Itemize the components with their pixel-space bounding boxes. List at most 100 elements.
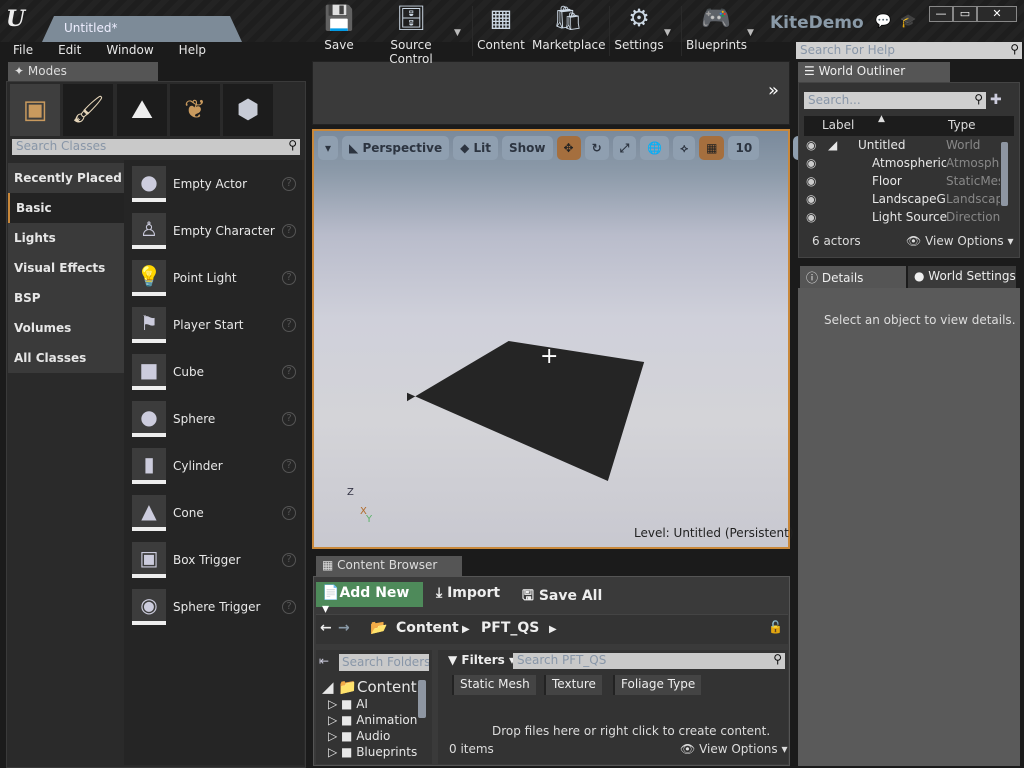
list-item[interactable]: ▣ Box Trigger? xyxy=(124,536,304,583)
marketplace-button[interactable]: 🛍 Marketplace xyxy=(532,4,606,52)
search-assets-input[interactable]: Search PFT_QS ⚲ xyxy=(513,652,785,669)
help-icon[interactable]: ? xyxy=(282,223,296,238)
landscape-mode-button[interactable]: ⛰ xyxy=(117,84,167,136)
help-icon[interactable]: ? xyxy=(282,270,296,285)
content-browser-tab[interactable]: ▦ Content Browser xyxy=(316,556,462,576)
search-classes-input[interactable]: Search Classes ⚲ xyxy=(12,138,300,155)
outliner-row[interactable]: ◉ LandscapeGizmoLandscapeGizmo xyxy=(804,192,1000,210)
rotate-tool-icon[interactable]: ↻ xyxy=(584,136,609,160)
list-item[interactable]: ● Empty Actor? xyxy=(124,160,304,207)
content-button[interactable]: ▦ Content xyxy=(476,4,526,52)
category-all-classes[interactable]: All Classes xyxy=(8,343,124,373)
import-button[interactable]: ⤓ Import xyxy=(436,585,500,601)
blueprints-button[interactable]: 🎮 Blueprints xyxy=(686,4,747,52)
close-button[interactable]: ✕ xyxy=(977,6,1017,22)
search-folders-input[interactable]: Search Folders xyxy=(339,654,429,671)
help-icon[interactable]: ? xyxy=(282,552,296,567)
blueprints-dropdown-icon[interactable]: ▼ xyxy=(747,28,754,38)
maximize-button[interactable]: ▭ xyxy=(953,6,977,22)
outliner-view-options-button[interactable]: 👁 View Options ▾ xyxy=(906,234,1014,248)
translate-tool-icon[interactable]: ✥ xyxy=(556,136,581,160)
world-space-icon[interactable]: 🌐 xyxy=(640,136,670,160)
list-item[interactable]: ♙ Empty Character? xyxy=(124,207,304,254)
toolbar-overflow-button[interactable]: » xyxy=(768,80,779,101)
visibility-eye-icon[interactable]: ◉ xyxy=(806,138,816,152)
category-lights[interactable]: Lights xyxy=(8,223,124,253)
modes-tab[interactable]: ✦ Modes xyxy=(8,62,158,81)
minimize-button[interactable]: — xyxy=(929,6,953,22)
list-item[interactable]: ■ Cube? xyxy=(124,348,304,395)
save-button[interactable]: 💾 Save xyxy=(318,4,360,52)
list-item[interactable]: ● Sphere? xyxy=(124,395,304,442)
list-item[interactable]: ▲ Cone? xyxy=(124,489,304,536)
help-icon[interactable]: ? xyxy=(282,364,296,379)
outliner-scrollbar[interactable] xyxy=(1001,142,1008,206)
world-settings-tab[interactable]: ● World Settings xyxy=(908,266,1016,288)
breadcrumb-pft-qs[interactable]: PFT_QS xyxy=(481,620,539,636)
perspective-button[interactable]: ◣ Perspective xyxy=(342,136,450,160)
show-button[interactable]: Show xyxy=(502,136,553,160)
filters-button[interactable]: ▼ Filters ▾ xyxy=(448,653,515,667)
grid-snap-value[interactable]: 10 xyxy=(728,136,760,160)
outliner-row[interactable]: ◉ Light SourceDirectionalLight xyxy=(804,210,1000,228)
help-icon[interactable]: ? xyxy=(282,411,296,426)
menu-help[interactable]: Help xyxy=(166,42,206,60)
back-arrow-icon[interactable]: ← xyxy=(320,620,332,636)
category-bsp[interactable]: BSP xyxy=(8,283,124,313)
filter-chip-texture[interactable]: Texture xyxy=(544,675,602,695)
add-new-button[interactable]: 📄Add New ▾ xyxy=(316,582,423,617)
category-recently-placed[interactable]: Recently Placed xyxy=(8,163,124,193)
add-folder-icon[interactable]: ✚ xyxy=(990,92,1002,108)
tree-item[interactable]: ▷ ■ Blueprints xyxy=(328,745,417,759)
expand-arrow-icon[interactable]: ◢ xyxy=(828,138,837,152)
help-icon[interactable]: ? xyxy=(282,458,296,473)
visibility-eye-icon[interactable]: ◉ xyxy=(806,192,816,206)
category-basic[interactable]: Basic xyxy=(8,193,124,223)
surface-snap-icon[interactable]: ⟡ xyxy=(673,136,696,160)
help-icon[interactable]: ? xyxy=(282,176,296,191)
category-visual-effects[interactable]: Visual Effects xyxy=(8,253,124,283)
list-item[interactable]: ◉ Sphere Trigger? xyxy=(124,583,304,630)
outliner-search-input[interactable]: Search... ⚲ xyxy=(804,92,986,109)
help-icon[interactable]: ? xyxy=(282,317,296,332)
help-icon[interactable]: ? xyxy=(282,505,296,520)
visibility-eye-icon[interactable]: ◉ xyxy=(806,156,816,170)
menu-file[interactable]: File xyxy=(0,42,33,60)
category-volumes[interactable]: Volumes xyxy=(8,313,124,343)
search-icon[interactable]: ⚲ xyxy=(974,92,983,106)
search-icon[interactable]: ⚲ xyxy=(773,652,782,666)
lit-button[interactable]: ◆ Lit xyxy=(453,136,498,160)
help-search-input[interactable]: Search For Help ⚲ xyxy=(796,42,1022,59)
viewport-options-dropdown[interactable]: ▾ xyxy=(318,136,339,160)
forward-arrow-icon[interactable]: → xyxy=(338,620,350,636)
settings-button[interactable]: ⚙ Settings xyxy=(614,4,664,52)
visibility-eye-icon[interactable]: ◉ xyxy=(806,174,816,188)
tree-root-content[interactable]: ◢ 📁Content xyxy=(322,678,417,696)
paint-mode-button[interactable]: 🖌 xyxy=(63,84,113,136)
lock-icon[interactable]: 🔓 xyxy=(768,620,783,634)
list-item[interactable]: ▮ Cylinder? xyxy=(124,442,304,489)
foliage-mode-button[interactable]: ❦ xyxy=(170,84,220,136)
source-control-button[interactable]: 🗄 Source Control xyxy=(368,4,454,66)
document-tab[interactable]: Untitled* xyxy=(42,16,242,42)
outliner-row[interactable]: ◉ Atmospheric FogAtmosphericFog xyxy=(804,156,1000,174)
tree-item[interactable]: ▷ ■ Audio xyxy=(328,729,390,743)
geometry-mode-button[interactable]: ⬢ xyxy=(223,84,273,136)
help-icon[interactable]: ? xyxy=(282,599,296,614)
scale-tool-icon[interactable]: ⤢ xyxy=(612,136,637,160)
breadcrumb-separator-icon[interactable]: ▶ xyxy=(462,624,470,635)
menu-window[interactable]: Window xyxy=(93,42,153,60)
tree-item[interactable]: ▷ ■ Animation xyxy=(328,713,417,727)
outliner-row[interactable]: ◉ Floor StaticMeshActor xyxy=(804,174,1000,192)
list-item[interactable]: ⚑ Player Start? xyxy=(124,301,304,348)
details-tab[interactable]: ⓘ Details xyxy=(800,266,906,288)
tree-item[interactable]: ▷ ■ AI xyxy=(328,697,368,711)
save-all-button[interactable]: 🖫 Save All xyxy=(522,585,602,609)
folder-scrollbar[interactable] xyxy=(418,680,426,718)
outliner-row[interactable]: ◉ ◢ Untitled World xyxy=(804,138,1000,156)
breadcrumb-content[interactable]: Content xyxy=(396,620,459,636)
place-mode-button[interactable]: ▣ xyxy=(10,84,60,136)
feedback-icon[interactable]: 💬 xyxy=(875,14,891,29)
collapse-sources-icon[interactable]: ⇤ xyxy=(319,654,329,668)
breadcrumb-separator-icon[interactable]: ▶ xyxy=(549,624,557,635)
